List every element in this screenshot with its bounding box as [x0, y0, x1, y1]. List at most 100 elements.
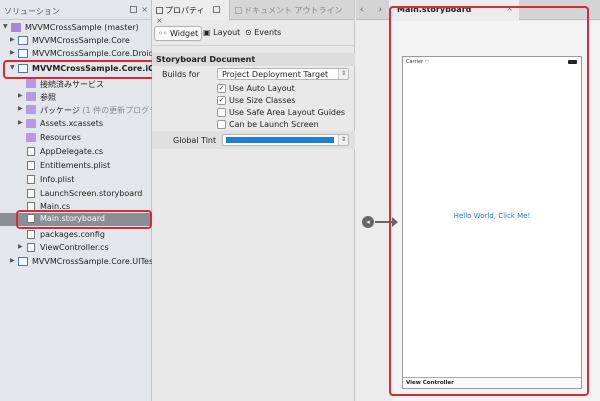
tree-item-references[interactable]: ▶ 参照 — [0, 91, 152, 103]
tree-item-uitests[interactable]: ▶ MVVMCrossSample.Core.UITests — [0, 256, 152, 268]
tree-item-droid[interactable]: ▶ MVVMCrossSample.Core.Droid — [0, 48, 152, 60]
editor-tabstrip: ‹ › Main.storyboard × — [356, 0, 600, 20]
tree-item-resources[interactable]: Resources — [0, 132, 152, 144]
battery-icon — [568, 60, 577, 64]
folder-icon — [26, 105, 36, 114]
events-button[interactable]: ⊙ Events — [242, 26, 284, 41]
chevron-right-icon[interactable]: ▶ — [10, 257, 18, 264]
tree-item-infoplist[interactable]: Info.plist — [0, 174, 152, 186]
tab-main-storyboard[interactable]: Main.storyboard × — [389, 0, 519, 20]
project-icon — [18, 64, 28, 73]
nav-arrows-icon[interactable]: ‹ › — [360, 5, 388, 15]
tree-item-label: ViewController.cs — [40, 243, 109, 252]
chevron-right-icon[interactable]: ▶ — [18, 119, 26, 126]
tree-item-appdelegate[interactable]: AppDelegate.cs — [0, 146, 152, 158]
properties-tabs: プロパティ × ドキュメント アウトライン — [152, 0, 355, 25]
chevron-right-icon[interactable]: ▶ — [18, 92, 26, 99]
chevron-right-icon[interactable]: ▶ — [18, 105, 26, 112]
tree-item-main-cs[interactable]: Main.cs — [0, 201, 152, 213]
solution-header: ソリューション × — [0, 0, 151, 20]
tree-item-connected-services[interactable]: 接続済みサービス — [0, 78, 152, 90]
use-size-classes-checkbox[interactable]: ✓ — [217, 96, 226, 105]
tree-item-assets[interactable]: ▶ Assets.xcassets — [0, 118, 152, 130]
solution-pane: ソリューション × ▼ MVVMCrossSample (master) ▶ M… — [0, 0, 152, 401]
entry-arrow-head — [392, 217, 398, 227]
view-controller-scene[interactable]: Carrier ◠ Hello World, Click Me! View Co… — [402, 56, 582, 389]
folder-icon — [26, 92, 36, 101]
tree-item-label: 接続済みサービス — [40, 80, 104, 89]
project-icon — [18, 36, 28, 45]
builds-for-dropdown[interactable]: Project Deployment Target ⇕ — [217, 68, 349, 80]
builds-for-label: Builds for — [162, 70, 200, 79]
tree-item-launchscreen[interactable]: LaunchScreen.storyboard — [0, 188, 152, 200]
restore-icon[interactable] — [130, 6, 138, 13]
file-icon — [27, 189, 35, 198]
tree-item-label: MVVMCrossSample (master) — [25, 23, 139, 32]
section-storyboard-document: Storyboard Document — [152, 53, 355, 66]
tree-item-label: パッケージ (1 件の更新プログラ... — [40, 106, 152, 115]
chevron-right-icon[interactable]: ▶ — [10, 49, 18, 56]
tree-item-label: Main.storyboard — [40, 214, 105, 223]
tree-item-core[interactable]: ▶ MVVMCrossSample.Core — [0, 35, 152, 47]
view-controller-label: View Controller — [403, 377, 581, 388]
file-icon — [27, 230, 35, 239]
tab-label: プロパティ — [165, 6, 205, 15]
tree-item-ios[interactable]: ▼ MVVMCrossSample.Core.iOS — [0, 63, 152, 75]
tree-item-label: MVVMCrossSample.Core.Droid — [32, 49, 152, 58]
entry-point-icon[interactable]: ◂ — [362, 216, 374, 228]
tree-item-label: 参照 — [40, 93, 56, 102]
widget-button[interactable]: ◦◦ Widget — [154, 26, 203, 41]
folder-icon — [26, 79, 36, 88]
chevron-right-icon[interactable]: ▶ — [18, 243, 26, 250]
layout-icon: ▣ — [203, 28, 211, 37]
tree-item-label: MVVMCrossSample.Core.iOS — [32, 64, 152, 73]
properties-icon — [156, 7, 163, 14]
file-icon — [27, 161, 35, 170]
folder-icon — [26, 133, 36, 142]
widget-label: Widget — [169, 29, 199, 38]
close-icon[interactable]: × — [506, 4, 513, 13]
tree-item-label: Main.cs — [40, 202, 71, 211]
hello-button[interactable]: Hello World, Click Me! — [403, 212, 581, 220]
tree-item-packages-config[interactable]: packages.config — [0, 229, 152, 241]
tree-item-label: Assets.xcassets — [40, 119, 104, 128]
tree-item-label: MVVMCrossSample.Core — [32, 36, 130, 45]
close-icon[interactable]: × — [141, 6, 148, 14]
launch-screen-checkbox[interactable] — [217, 120, 226, 129]
chevron-down-icon[interactable]: ▼ — [10, 64, 18, 71]
use-safe-area-checkbox[interactable] — [217, 108, 226, 117]
tree-item-label: LaunchScreen.storyboard — [40, 189, 143, 198]
tree-item-label: Resources — [40, 133, 81, 142]
layout-button[interactable]: ▣ Layout — [200, 26, 243, 41]
use-safe-area-label: Use Safe Area Layout Guides — [229, 108, 346, 117]
tree-item-main-storyboard[interactable]: Main.storyboard — [0, 213, 152, 226]
builds-for-value: Project Deployment Target — [222, 70, 329, 79]
tree-item-solution[interactable]: ▼ MVVMCrossSample (master) — [0, 22, 152, 34]
global-tint-picker[interactable]: ⇕ — [222, 134, 349, 146]
tree-item-packages[interactable]: ▶ パッケージ (1 件の更新プログラ... — [0, 104, 152, 116]
tree-item-entitlements[interactable]: Entitlements.plist — [0, 160, 152, 172]
properties-toolbar: ◦◦ Widget ▣ Layout ⊙ Events — [152, 20, 354, 46]
folder-icon — [26, 119, 36, 128]
use-auto-layout-checkbox[interactable]: ✓ — [217, 84, 226, 93]
tree-item-label: packages.config — [40, 230, 105, 239]
outline-icon — [235, 7, 242, 14]
tint-swatch — [226, 137, 334, 143]
tree-item-label: Info.plist — [40, 175, 75, 184]
events-icon: ⊙ — [245, 28, 252, 37]
tree-item-viewcontroller[interactable]: ▶ ViewController.cs — [0, 242, 152, 254]
status-bar: Carrier ◠ — [403, 57, 581, 67]
tree-item-label: Entitlements.plist — [40, 161, 111, 170]
restore-icon[interactable] — [213, 6, 221, 13]
tree-item-label: AppDelegate.cs — [40, 147, 104, 156]
file-icon — [27, 175, 35, 184]
tab-properties[interactable]: プロパティ × — [152, 0, 230, 25]
tab-document-outline[interactable]: ドキュメント アウトライン — [231, 0, 355, 20]
tab-label: ドキュメント アウトライン — [244, 6, 343, 15]
chevron-right-icon[interactable]: ▶ — [10, 36, 18, 43]
tab-title: Main.storyboard — [397, 5, 472, 14]
launch-screen-label: Can be Launch Screen — [229, 120, 319, 129]
project-icon — [18, 49, 28, 58]
project-icon — [18, 257, 28, 266]
chevron-down-icon[interactable]: ▼ — [3, 23, 11, 30]
